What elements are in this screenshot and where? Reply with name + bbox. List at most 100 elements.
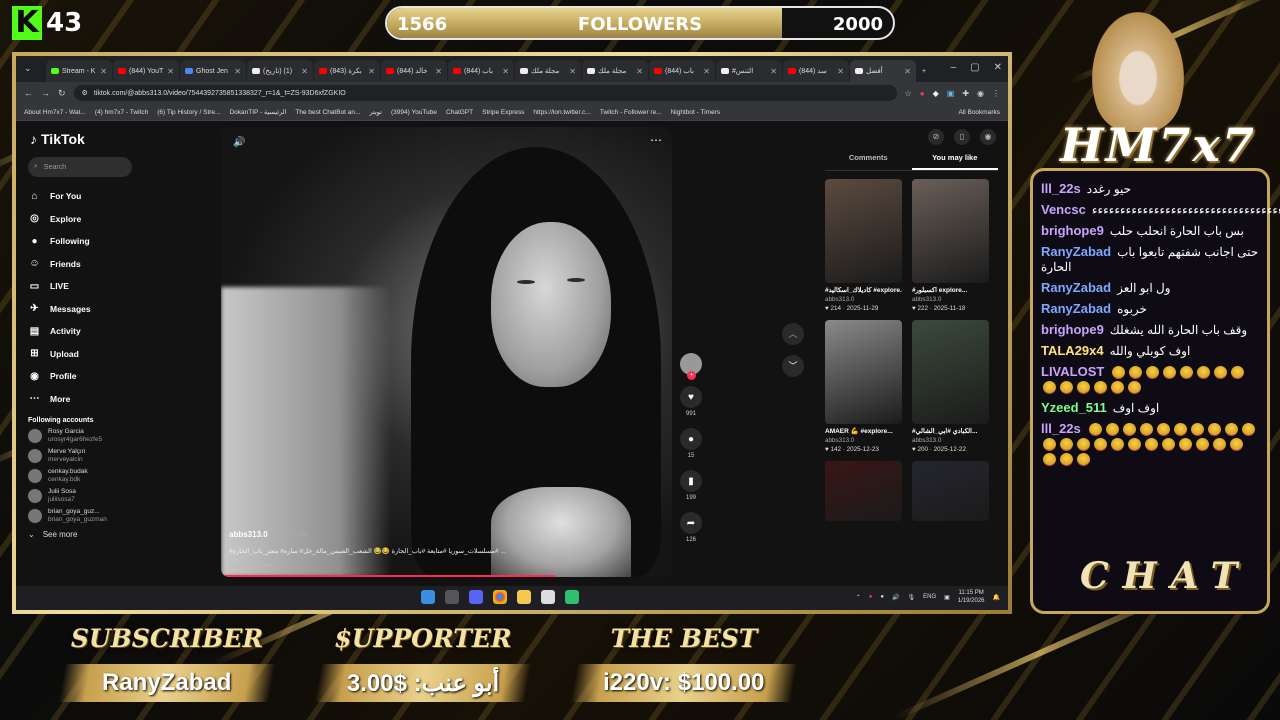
tab-close-icon[interactable]: ✕ [770,67,777,76]
following-account[interactable]: Julii Sosa juliisosa7 [28,488,200,504]
bookmark-item[interactable]: DokanTIP - الرئيسية [229,108,286,116]
browser-tab[interactable]: Ghost Jen ✕ [180,60,246,82]
network-icon[interactable]: ▣ [944,594,950,601]
browser-tab[interactable]: Stream - K ✕ [46,60,112,82]
app-icon[interactable] [565,590,579,604]
phone-icon[interactable]: ▯ [954,129,970,145]
video-player[interactable]: 🔊 ⋯ abbs313.0 2025-8-30 #مسلسلات_سوريا #م… [221,127,672,577]
close-icon[interactable]: ✕ [994,62,1002,73]
chat-username[interactable]: Yzeed_511 [1041,400,1107,415]
language-indicator[interactable]: ENG [923,594,936,600]
reload-icon[interactable]: ↻ [58,88,66,99]
chat-username[interactable]: RanyZabad [1041,280,1111,295]
browser-tab[interactable]: (843) بكرة ✕ [314,60,380,82]
recommended-video-card[interactable]: #كاديلاك_اسكاليد #explore... abbs313.0 ♥ 2… [825,179,902,312]
folder-icon[interactable] [517,590,531,604]
bookmark-item[interactable]: Stripe Express [482,109,524,116]
block-icon[interactable]: ⊘ [928,129,944,145]
new-tab-button[interactable]: + [917,60,935,82]
bookmark-star-icon[interactable]: ☆ [905,89,912,98]
menu-icon[interactable]: ⋮ [992,89,1000,98]
bookmark-item[interactable]: Twitch - Follower re... [600,109,662,116]
tab-close-icon[interactable]: ✕ [234,67,241,76]
chrome-icon[interactable] [493,590,507,604]
browser-tab[interactable]: #التنس ✕ [716,60,782,82]
mic-icon[interactable]: 🎙 [908,594,916,601]
browser-tab[interactable]: (844) YouT ✕ [113,60,179,82]
chat-username[interactable]: brighope9 [1041,223,1104,238]
notifications-icon[interactable]: 🔔 [993,594,1000,601]
video-progress[interactable] [221,575,555,577]
search-icon[interactable] [445,590,459,604]
tab-close-icon[interactable]: ✕ [569,67,576,76]
tab-close-icon[interactable]: ✕ [837,67,844,76]
browser-tab[interactable]: (844) باب ✕ [649,60,715,82]
tab-close-icon[interactable]: ✕ [502,67,509,76]
nav-item-following[interactable]: ● Following [28,230,200,253]
see-more-button[interactable]: ⌄ See more [28,530,200,539]
bookmark-item[interactable]: (3994) YouTube [391,109,437,116]
tray-chevron-icon[interactable]: ⌃ [856,594,861,601]
recommended-video-card[interactable] [825,461,902,521]
tab-close-icon[interactable]: ✕ [167,67,174,76]
following-account[interactable]: Merve Yalçın merveyalcin [28,448,200,464]
nav-item-explore[interactable]: ◎ Explore [28,208,200,231]
volume-icon[interactable]: 🔊 [233,137,245,148]
author-avatar[interactable]: + [680,353,702,380]
nav-item-friends[interactable]: ☺ Friends [28,253,200,276]
following-account[interactable]: brian_goya_guz... brian_goya_guzman [28,508,200,524]
recommended-video-card[interactable]: #اكسبلور explore... abbs313.0 ♥ 222 · 2025… [912,179,989,312]
windows-start-icon[interactable] [421,590,435,604]
chevron-up-icon[interactable]: ︿ [782,323,804,345]
clock[interactable]: 11:15 PM 1/19/2026 [958,589,985,605]
maximize-icon[interactable]: ▢ [970,62,979,73]
bookmark-item[interactable]: تويتر [369,108,382,116]
browser-tab[interactable]: (تاريخ) (1) ✕ [247,60,313,82]
nav-item-profile[interactable]: ◉ Profile [28,365,200,388]
tab-close-icon[interactable]: ✕ [435,67,442,76]
tab-close-icon[interactable]: ✕ [100,67,107,76]
bookmark-item[interactable]: (4) hm7x7 - Twitch [95,109,148,116]
search-input[interactable]: ⌕ Search [28,157,132,177]
tab-search-icon[interactable]: ⌄ [24,63,32,74]
tiktok-logo[interactable]: ♪ TikTok [30,131,200,147]
tab-close-icon[interactable]: ✕ [301,67,308,76]
nav-item-upload[interactable]: ⊞ Upload [28,343,200,366]
recommended-video-card[interactable] [912,461,989,521]
browser-tab[interactable]: مجلة ملك ✕ [582,60,648,82]
bookmark-item[interactable]: About Hm7x7 - Wat... [24,109,86,116]
tab-close-icon[interactable]: ✕ [636,67,643,76]
share-button[interactable]: ➦ [680,512,702,534]
see-translation-link[interactable]: See translation [229,562,272,569]
recommended-video-card[interactable]: AMAER 💪 #explore... abbs313.0 ♥ 142 · 2025… [825,320,902,453]
following-account[interactable]: cenkay.budak cenkay.bdk [28,468,200,484]
extension-icon[interactable]: ◆ [933,89,939,98]
browser-tab[interactable]: (844) باب ✕ [448,60,514,82]
profile-icon[interactable]: ◉ [977,89,984,98]
nav-item-live[interactable]: ▭ LIVE [28,275,200,298]
bookmark-item[interactable]: (6) Tip History / Stre... [157,109,220,116]
video-author[interactable]: abbs313.0 2025-8-30 [229,530,308,539]
recommended-video-card[interactable]: #الكبادي #ابي_الشالي... abbs313.0 ♥ 200 ·… [912,320,989,453]
bookmark-item[interactable]: Nightbot - Timers [671,109,721,116]
tab-you-may-like[interactable]: You may like [911,153,998,170]
chat-username[interactable]: RanyZabad [1041,244,1111,259]
browser-tab[interactable]: (844) خالد ✕ [381,60,447,82]
volume-icon[interactable]: 🔊 [892,594,899,601]
follow-plus-icon[interactable]: + [687,371,696,380]
nav-item-for-you[interactable]: ⌂ For You [28,185,200,208]
browser-tab[interactable]: أفضل ✕ [850,60,916,82]
chat-username[interactable]: LIVALOST [1041,364,1104,379]
site-info-icon[interactable]: ⚙ [82,89,88,97]
nav-item-more[interactable]: ⋯ More [28,388,200,411]
extension-icon[interactable]: ● [920,89,925,98]
tray-app-icon[interactable]: ● [869,594,873,600]
minimize-icon[interactable]: – [951,62,957,73]
chat-username[interactable]: brighope9 [1041,322,1104,337]
chat-username[interactable]: lll_22s [1041,181,1081,196]
chat-username[interactable]: Vencsc [1041,202,1086,217]
extension-icon[interactable]: ▣ [947,89,955,98]
chat-username[interactable]: RanyZabad [1041,301,1111,316]
bookmark-item[interactable]: https://lon.twitter.c... [533,109,590,116]
puzzle-icon[interactable]: ✚ [962,89,969,98]
